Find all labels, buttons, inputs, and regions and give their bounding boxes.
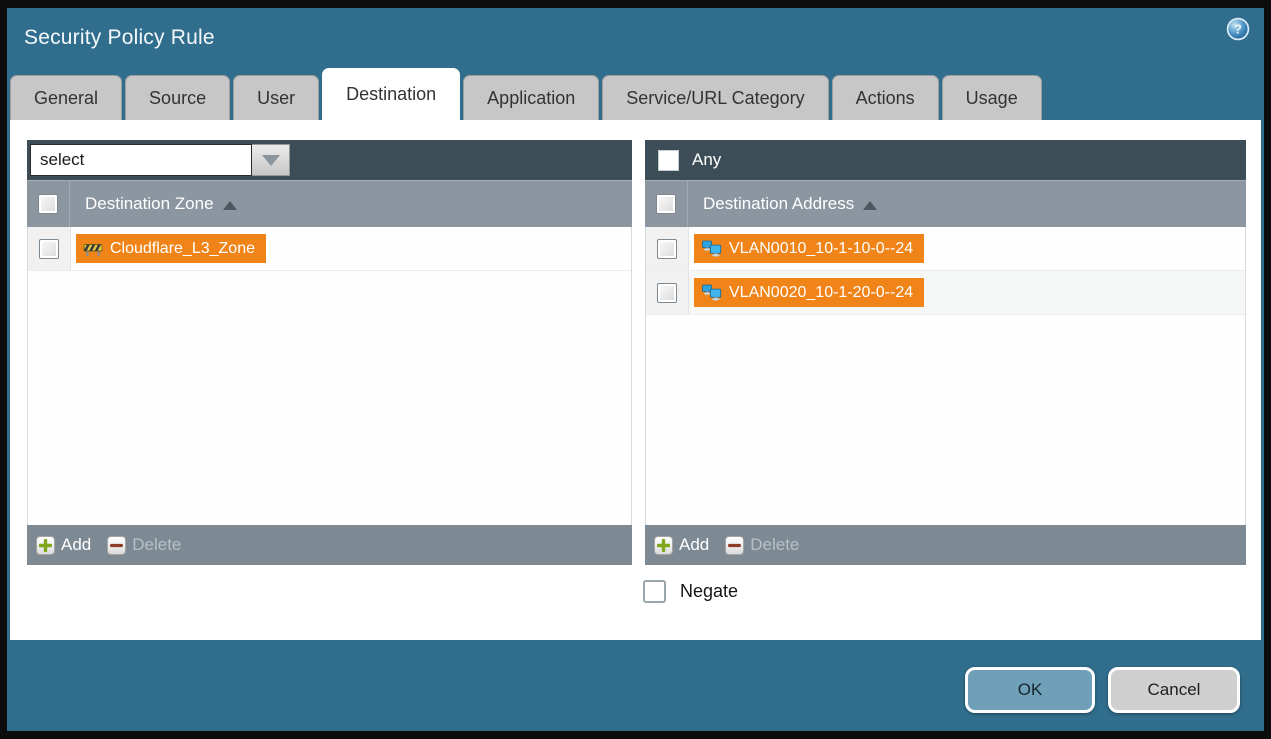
address-any-bar: Any (645, 140, 1246, 180)
address-select-all-checkbox[interactable] (656, 194, 676, 214)
tab-actions[interactable]: Actions (832, 75, 939, 120)
zone-select-input[interactable] (30, 144, 252, 176)
address-panel-toolbar: Add Delete (645, 525, 1246, 565)
any-label: Any (692, 150, 721, 170)
address-add-button[interactable]: Add (654, 535, 709, 555)
zone-add-button[interactable]: Add (36, 535, 91, 555)
help-icon[interactable]: ? (1226, 17, 1250, 41)
address-column-header: Destination Address (645, 180, 1246, 227)
minus-icon (107, 536, 126, 555)
zone-select-dropdown-button[interactable] (252, 144, 290, 176)
destination-tab-content: Destination Zone (10, 120, 1261, 640)
destination-address-panel: Any Destination Address (645, 140, 1246, 565)
tab-user[interactable]: User (233, 75, 319, 120)
address-row-checkbox[interactable] (657, 283, 677, 303)
negate-option: Negate (643, 580, 738, 603)
zone-column-header: Destination Zone (27, 180, 632, 227)
plus-icon (654, 536, 673, 555)
address-row[interactable]: VLAN0010_10-1-10-0--24 (646, 227, 1245, 271)
address-column-title[interactable]: Destination Address (688, 181, 877, 227)
address-row[interactable]: VLAN0020_10-1-20-0--24 (646, 271, 1245, 315)
zone-filter-bar (27, 140, 632, 180)
chevron-down-icon (262, 155, 280, 166)
address-icon (701, 240, 722, 257)
any-checkbox[interactable] (658, 150, 679, 171)
zone-chip[interactable]: Cloudflare_L3_Zone (76, 234, 266, 263)
tab-application[interactable]: Application (463, 75, 599, 120)
dialog-titlebar: Security Policy Rule ? (7, 8, 1264, 68)
sort-ascending-icon (863, 201, 877, 210)
minus-icon (725, 536, 744, 555)
address-icon (701, 284, 722, 301)
tab-destination[interactable]: Destination (322, 68, 460, 120)
zone-row[interactable]: Cloudflare_L3_Zone (28, 227, 631, 271)
svg-text:?: ? (1234, 22, 1242, 37)
cancel-button[interactable]: Cancel (1108, 667, 1240, 713)
destination-zone-panel: Destination Zone (27, 140, 632, 565)
dialog-title: Security Policy Rule (24, 26, 215, 50)
zone-panel-toolbar: Add Delete (27, 525, 632, 565)
tab-strip: General Source User Destination Applicat… (7, 68, 1264, 120)
address-list: VLAN0010_10-1-10-0--24 (645, 227, 1246, 525)
address-chip[interactable]: VLAN0020_10-1-20-0--24 (694, 278, 924, 307)
sort-ascending-icon (223, 201, 237, 210)
ok-button[interactable]: OK (965, 667, 1095, 713)
address-delete-button[interactable]: Delete (725, 535, 799, 555)
tab-general[interactable]: General (10, 75, 122, 120)
dialog-footer: OK Cancel (7, 640, 1264, 731)
zone-column-title[interactable]: Destination Zone (70, 181, 237, 227)
security-policy-rule-dialog: Security Policy Rule ? General Source Us… (7, 8, 1264, 731)
zone-select-all-checkbox[interactable] (38, 194, 58, 214)
zone-icon (83, 241, 103, 257)
tab-usage[interactable]: Usage (942, 75, 1042, 120)
tab-source[interactable]: Source (125, 75, 230, 120)
zone-delete-button[interactable]: Delete (107, 535, 181, 555)
plus-icon (36, 536, 55, 555)
negate-label: Negate (680, 581, 738, 602)
address-chip[interactable]: VLAN0010_10-1-10-0--24 (694, 234, 924, 263)
zone-row-checkbox[interactable] (39, 239, 59, 259)
address-row-checkbox[interactable] (657, 239, 677, 259)
tab-service-url-category[interactable]: Service/URL Category (602, 75, 828, 120)
negate-checkbox[interactable] (643, 580, 666, 603)
zone-list: Cloudflare_L3_Zone (27, 227, 632, 525)
